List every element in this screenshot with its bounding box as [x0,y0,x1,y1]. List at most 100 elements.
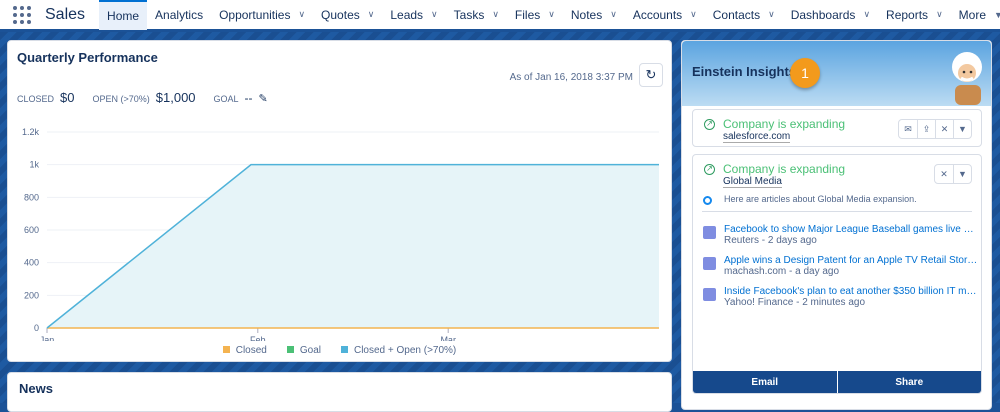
area-closed-open [47,164,659,328]
nav-tab-opportunities[interactable]: Opportunities ∨ [211,0,313,30]
einstein-mascot-icon [952,52,982,105]
y-tick-label: 800 [24,192,39,202]
chevron-down-icon[interactable]: ∨ [863,9,870,20]
nav-tab-label: Analytics [155,7,204,22]
chevron-down-icon[interactable]: ▼ [953,165,971,183]
article-icon [703,288,716,301]
y-tick-label: 600 [24,225,39,235]
dismiss-icon[interactable]: ✕ [935,120,953,138]
article-meta: Reuters - 2 days ago [724,235,817,246]
trend-up-icon: ↗ [704,119,715,130]
y-tick-label: 1.2k [22,127,40,137]
nav-tab-label: Tasks [453,7,485,22]
nav-tab-files[interactable]: Files ∨ [507,0,563,30]
chevron-down-icon[interactable]: ∨ [936,9,943,20]
nav-tab-label: Reports [886,7,929,22]
y-tick-label: 400 [24,258,39,268]
article-icon [703,257,716,270]
chart-legend: Closed Goal Closed + Open (>70%) [8,345,671,356]
einstein-insights-card: Einstein Insights 1 ↗ Company is expandi… [681,40,992,410]
chevron-down-icon[interactable]: ▼ [994,10,1000,20]
insight-description: Here are articles about Global Media exp… [724,194,917,204]
global-nav: Sales Home Analytics Opportunities ∨ Quotes ∨… [0,0,1000,32]
article-link[interactable]: Inside Facebook's plan to eat another $3… [724,286,979,297]
article-icon [703,226,716,239]
news-card: News [7,372,672,412]
legend-item[interactable]: Goal [286,345,321,356]
nav-tab-dashboards[interactable]: Dashboards ∨ [783,0,878,30]
nav-tab-label: Dashboards [790,7,856,22]
chevron-down-icon[interactable]: ∨ [368,9,375,20]
trend-up-icon: ↗ [704,164,715,175]
nav-tab-accounts[interactable]: Accounts ∨ [625,0,705,30]
chevron-down-icon[interactable]: ∨ [492,9,499,20]
nav-tab-label: Contacts [712,7,761,22]
insight-title: Company is expanding [723,117,846,131]
insight-subject[interactable]: Global Media [723,176,782,188]
nav-tab-label: Accounts [632,7,683,22]
nav-tab-home[interactable]: Home [99,0,148,30]
einstein-header: Einstein Insights 1 [682,41,991,106]
legend-label: Goal [299,345,321,356]
legend-item[interactable]: Closed [222,345,267,356]
nav-tab-label: Notes [570,7,603,22]
nav-tab-quotes[interactable]: Quotes ∨ [313,0,382,30]
chevron-down-icon[interactable]: ▼ [953,120,971,138]
email-button[interactable]: Email [693,371,838,393]
nav-tab-analytics[interactable]: Analytics [147,0,211,30]
app-launcher-icon[interactable] [13,5,31,24]
y-tick-label: 0 [34,323,39,333]
article-link[interactable]: Facebook to show Major League Baseball g… [724,224,979,235]
info-dot-icon [703,196,712,205]
nav-tab-tasks[interactable]: Tasks ∨ [446,0,507,30]
chevron-down-icon[interactable]: ∨ [610,9,617,20]
article-link[interactable]: Apple wins a Design Patent for an Apple … [724,255,979,266]
nav-tab-label: More [958,7,986,22]
x-tick-label: Jan [40,335,55,341]
nav-tab-more[interactable]: More ▼ [951,0,1000,30]
insight-title: Company is expanding [723,162,846,176]
legend-swatch [340,346,348,353]
step-badge: 1 [790,58,820,88]
performance-chart: 0 200 400 600 800 1k 1.2k Jan Feb Mar [22,127,659,341]
nav-tab-label: Home [107,9,140,23]
chevron-down-icon[interactable]: ∨ [298,9,305,20]
app-name: Sales [45,5,86,23]
insight-card[interactable]: ↗ Company is expanding Global Media ✕ ▼ H… [692,154,982,394]
article-item: Facebook to show Major League Baseball g… [703,224,979,246]
chevron-down-icon[interactable]: ∨ [431,9,438,20]
email-icon[interactable]: ✉ [899,120,917,138]
dismiss-icon[interactable]: ✕ [935,165,953,183]
nav-tab-label: Quotes [321,7,360,22]
share-button[interactable]: Share [837,371,981,393]
quarterly-performance-card: Quarterly Performance As of Jan 16, 2018… [7,40,672,362]
nav-tab-leads[interactable]: Leads ∨ [382,0,445,30]
x-tick-label: Feb [250,335,266,341]
y-tick-label: 1k [29,160,39,170]
share-icon[interactable]: ⇪ [917,120,935,138]
divider [702,211,972,212]
chevron-down-icon[interactable]: ∨ [690,9,697,20]
insight-subject[interactable]: salesforce.com [723,131,791,143]
article-item: Inside Facebook's plan to eat another $3… [703,286,979,308]
article-item: Apple wins a Design Patent for an Apple … [703,255,979,277]
legend-label: Closed + Open (>70%) [353,345,457,356]
insight-card[interactable]: ↗ Company is expanding salesforce.com ✉ ⇪… [692,109,982,147]
nav-tab-notes[interactable]: Notes ∨ [563,0,625,30]
nav-tab-label: Leads [390,7,424,22]
nav-tab-label: Files [514,7,541,22]
nav-tab-contacts[interactable]: Contacts ∨ [705,0,783,30]
chevron-down-icon[interactable]: ∨ [548,9,555,20]
article-meta: Yahoo! Finance - 2 minutes ago [724,297,866,308]
legend-label: Closed [235,345,267,356]
chevron-down-icon[interactable]: ∨ [768,9,775,20]
x-tick-label: Mar [440,335,456,341]
legend-swatch [286,346,294,353]
nav-tab-reports[interactable]: Reports ∨ [878,0,951,30]
y-tick-label: 200 [24,290,39,300]
legend-swatch [222,346,230,353]
einstein-title: Einstein Insights [692,64,797,79]
article-meta: machash.com - a day ago [724,266,840,277]
legend-item[interactable]: Closed + Open (>70%) [340,345,457,356]
news-title: News [19,381,53,396]
